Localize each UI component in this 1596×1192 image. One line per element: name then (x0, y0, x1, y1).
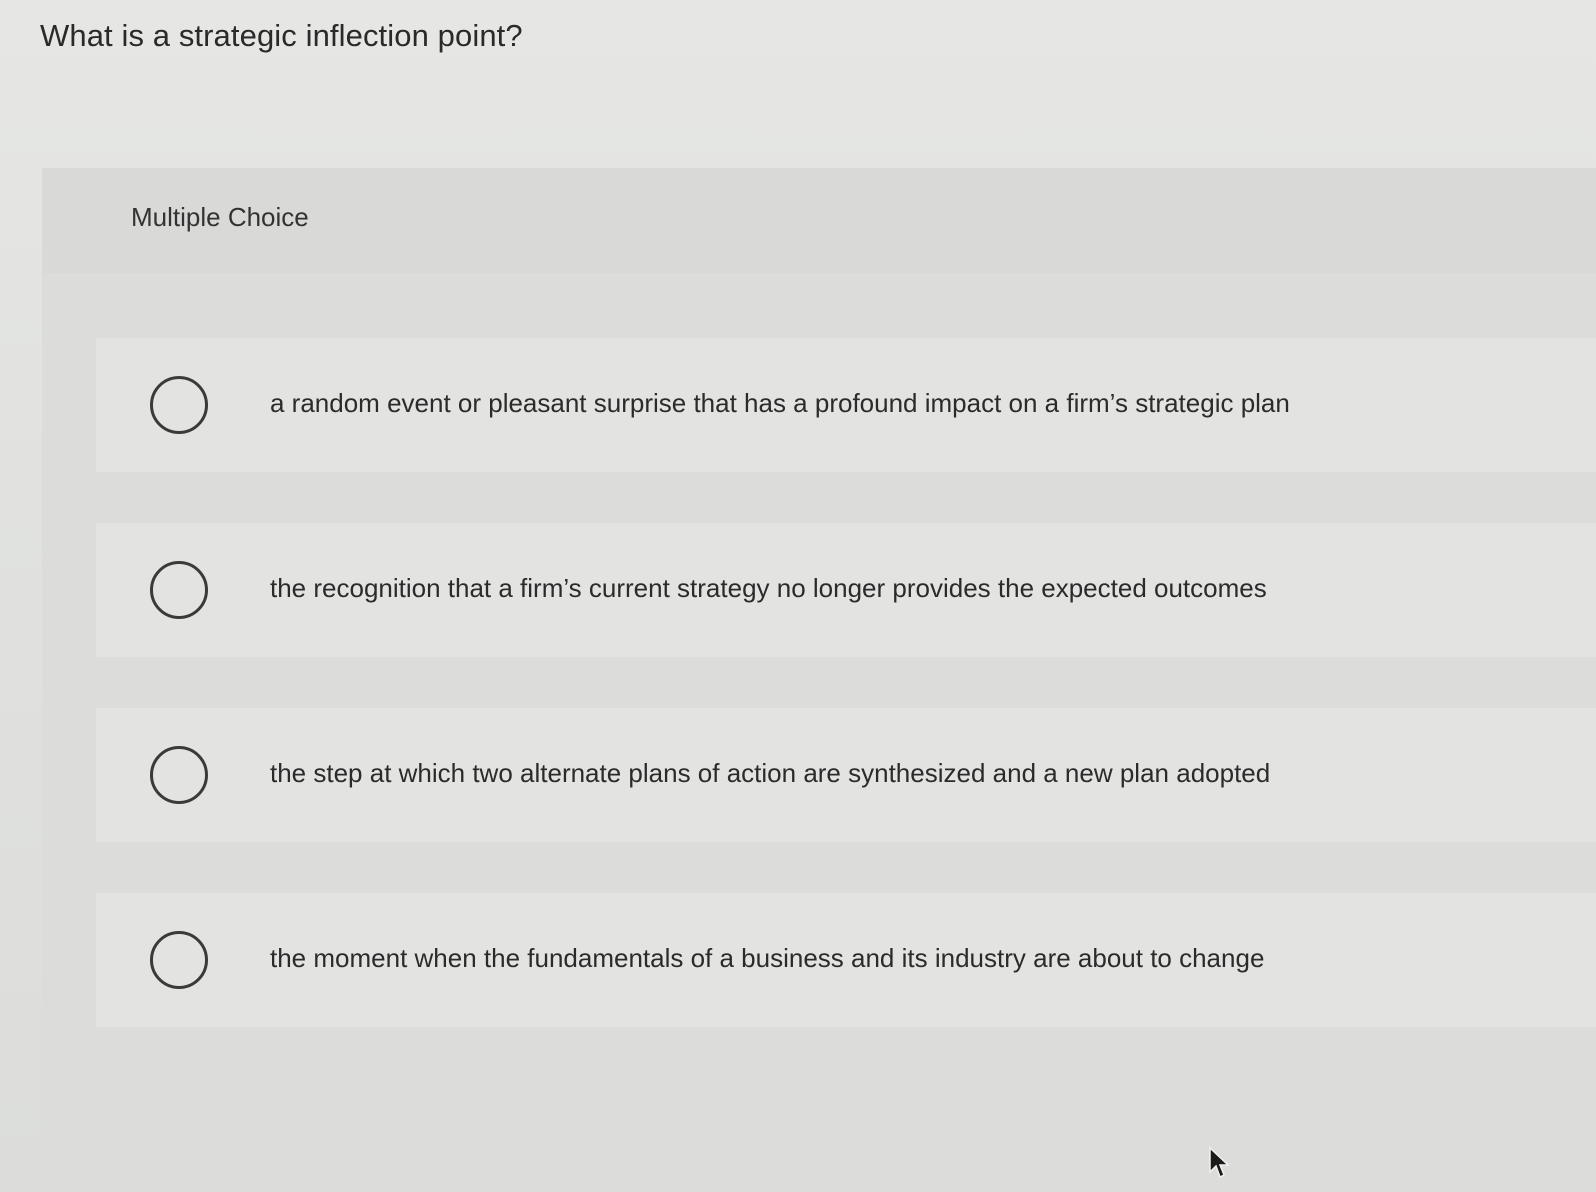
panel-header: Multiple Choice (42, 168, 1596, 273)
radio-unchecked-icon[interactable] (150, 561, 208, 619)
option-label: the moment when the fundamentals of a bu… (270, 943, 1265, 973)
option-label: a random event or pleasant surprise that… (270, 388, 1290, 418)
option-1[interactable]: a random event or pleasant surprise that… (96, 338, 1596, 472)
radio-unchecked-icon[interactable] (150, 376, 208, 434)
option-3[interactable]: the step at which two alternate plans of… (96, 708, 1596, 842)
question-text: What is a strategic inflection point? (40, 18, 523, 53)
radio-unchecked-icon[interactable] (150, 746, 208, 804)
option-label: the recognition that a firm’s current st… (270, 573, 1267, 603)
multiple-choice-panel: Multiple Choice a random event or pleasa… (42, 168, 1596, 1158)
option-4[interactable]: the moment when the fundamentals of a bu… (96, 893, 1596, 1027)
option-label: the step at which two alternate plans of… (270, 758, 1271, 788)
panel-title: Multiple Choice (131, 202, 309, 232)
option-2[interactable]: the recognition that a firm’s current st… (96, 523, 1596, 657)
mouse-pointer-icon (1209, 1146, 1230, 1179)
radio-unchecked-icon[interactable] (150, 931, 208, 989)
